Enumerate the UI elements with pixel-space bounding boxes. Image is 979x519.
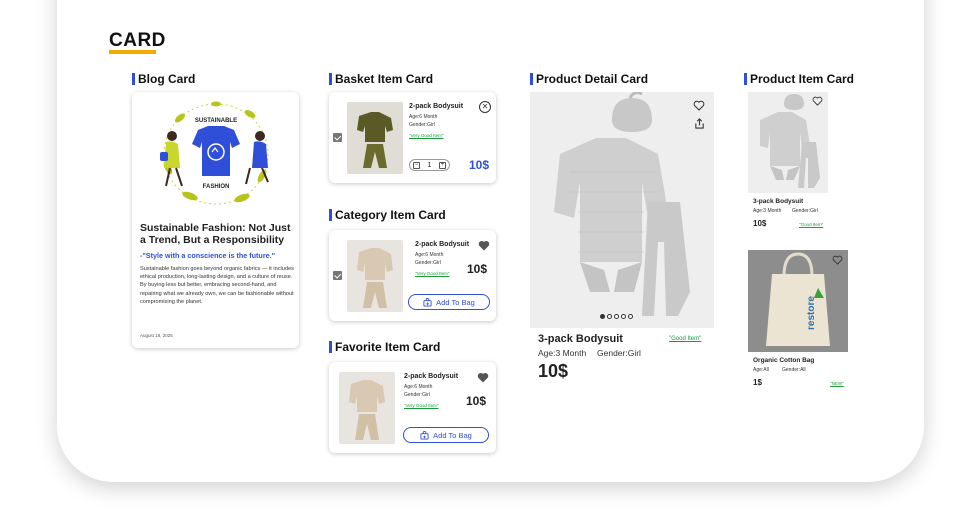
bag-icon [420, 430, 429, 440]
detail-product-gender: Gender:Girl [597, 348, 641, 358]
page-title-underline [109, 50, 156, 54]
blog-title: Sustainable Fashion: Not Just a Trend, B… [140, 222, 291, 246]
quantity-value: 1 [427, 161, 432, 169]
detail-product-name: 3-pack Bodysuit [538, 333, 623, 345]
product-item-2-name: Organic Cotton Bag [753, 357, 815, 364]
product-item-2-gender: Gender:All [782, 367, 806, 373]
favorite-item-card[interactable]: 2-pack Bodysuit Age:6 Month Gender:Girl … [329, 362, 496, 453]
basket-item-card[interactable]: 2-pack Bodysuit Age:6 Month Gender:Girl … [329, 92, 496, 183]
detail-product-tag: "Good Item" [669, 336, 702, 342]
tote-print-text: restore [806, 296, 817, 330]
blog-quote: -"Style with a conscience is the future.… [140, 251, 276, 260]
section-label-category: Category Item Card [329, 208, 446, 222]
favorite-item-price: 10$ [466, 394, 487, 408]
blog-body: Sustainable fashion goes beyond organic … [140, 266, 294, 305]
category-select-checkbox[interactable] [333, 271, 342, 280]
quantity-stepper[interactable]: − 1 + [409, 159, 450, 171]
beige-outfit-image [357, 248, 393, 308]
basket-item-tag: "Very Good Item" [409, 133, 444, 138]
product-item-1-image [748, 92, 828, 193]
blog-date: August 18, 2025 [140, 333, 173, 338]
basket-item-price: 10$ [469, 158, 490, 172]
favorite-item-image [339, 372, 395, 444]
remove-item-button[interactable]: ✕ [479, 101, 491, 113]
favorite-item-gender: Gender:Girl [404, 392, 430, 398]
category-add-to-bag-button[interactable]: Add To Bag [408, 294, 490, 310]
product-item-2-image: restore [748, 250, 848, 352]
carousel-dot[interactable] [628, 314, 633, 319]
add-to-bag-label: Add To Bag [436, 297, 475, 307]
plus-icon[interactable]: + [439, 161, 446, 169]
category-item-card[interactable]: 2-pack Bodysuit Age:6 Month Gender:Girl … [329, 230, 496, 321]
carousel-dot[interactable] [614, 314, 619, 319]
detail-product-price: 10$ [538, 361, 569, 381]
section-label-favorite: Favorite Item Card [329, 340, 440, 354]
product-item-2-price: 1$ [753, 378, 762, 387]
favorite-item-age: Age:6 Month [404, 384, 433, 390]
category-item-image [347, 240, 403, 312]
beige-outfit-image [349, 380, 385, 440]
favorite-item-name: 2-pack Bodysuit [404, 373, 459, 380]
category-item-name: 2-pack Bodysuit [415, 241, 470, 248]
product-item-1-gender: Gender:Girl [792, 208, 818, 214]
section-label-product-detail: Product Detail Card [530, 72, 648, 86]
product-detail-image [530, 91, 714, 328]
heart-outline-icon[interactable] [812, 96, 823, 106]
product-item-1-age: Age:3 Month [753, 208, 782, 214]
product-item-2-age: Age:All [753, 367, 769, 373]
heart-icon[interactable] [477, 372, 489, 383]
heart-icon[interactable] [478, 240, 490, 251]
blog-card[interactable]: SUSTAINABLE FASHION Sustainable Fashion:… [132, 92, 299, 348]
heart-outline-icon[interactable] [832, 255, 843, 265]
share-icon[interactable] [694, 118, 705, 129]
carousel-dot[interactable] [621, 314, 626, 319]
minus-icon[interactable]: − [413, 161, 420, 169]
badge-top-text: SUSTAINABLE [195, 118, 237, 124]
bag-icon [423, 297, 432, 307]
carousel-dots[interactable] [600, 314, 633, 319]
product-item-1-tag: "Good Item" [799, 222, 824, 227]
artboard: CARD Blog Card Basket Item Card Category… [0, 0, 979, 519]
sustainable-fashion-illustration: SUSTAINABLE FASHION [160, 101, 269, 205]
basket-item-gender: Gender:Girl [409, 122, 435, 128]
carousel-dot[interactable] [607, 314, 612, 319]
category-item-gender: Gender:Girl [415, 260, 441, 266]
basket-select-checkbox[interactable] [333, 133, 342, 142]
add-to-bag-label: Add To Bag [433, 430, 472, 440]
product-item-1-name: 3-pack Bodysuit [753, 198, 804, 205]
detail-product-age: Age:3 Month [538, 348, 587, 358]
section-label-product-item: Product Item Card [744, 72, 854, 86]
product-item-2-tag: "NEW" [830, 381, 844, 386]
tote-bag-image: restore [766, 252, 830, 346]
heart-outline-icon[interactable] [693, 100, 705, 111]
olive-outfit-image [357, 112, 393, 168]
close-icon: ✕ [481, 102, 489, 111]
favorite-item-tag: "Very Good Item" [404, 403, 439, 408]
category-item-tag: "Very Good Item" [415, 271, 450, 276]
category-item-price: 10$ [467, 262, 488, 276]
section-label-basket: Basket Item Card [329, 72, 433, 86]
grey-bodysuit-image [760, 94, 820, 188]
grey-bodysuit-set-image [554, 91, 690, 316]
page-title: CARD [109, 30, 166, 51]
basket-item-image [347, 102, 403, 174]
section-label-blog: Blog Card [132, 72, 195, 86]
basket-item-age: Age:6 Month [409, 114, 438, 120]
badge-bottom-text: FASHION [203, 184, 230, 190]
category-item-age: Age:6 Month [415, 252, 444, 258]
product-item-1-price: 10$ [753, 219, 767, 228]
favorite-add-to-bag-button[interactable]: Add To Bag [403, 427, 489, 443]
carousel-dot[interactable] [600, 314, 605, 319]
basket-item-name: 2-pack Bodysuit [409, 103, 464, 110]
